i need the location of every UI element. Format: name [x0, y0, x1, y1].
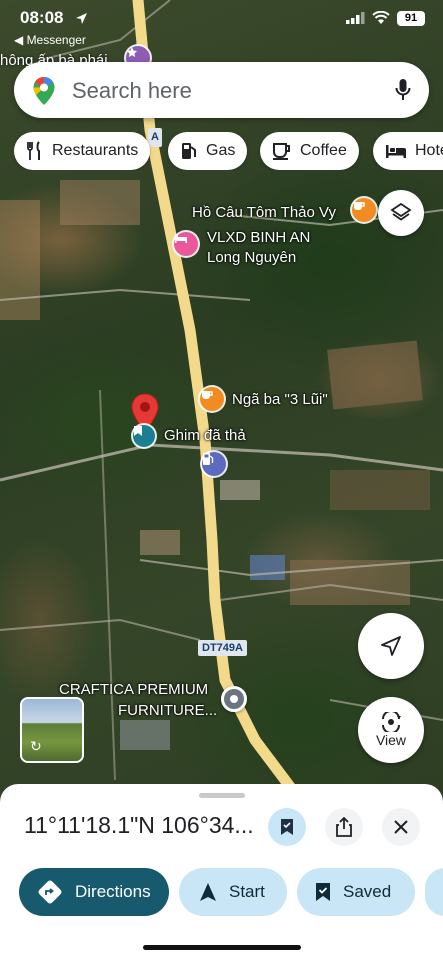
fork-knife-icon [27, 141, 40, 160]
chip-label: Coffee [300, 142, 347, 159]
chip-label: Hotels [415, 142, 443, 159]
navigation-arrow-icon [381, 636, 401, 656]
dropped-pin-label[interactable]: Ghim đã thả [164, 426, 246, 445]
view-button[interactable]: View [358, 697, 424, 763]
bookmark-icon [281, 819, 293, 835]
more-actions-button[interactable] [425, 868, 443, 916]
street-view-rotate-icon: ↻ [30, 738, 42, 754]
drag-handle[interactable] [199, 793, 245, 798]
close-button[interactable] [382, 808, 420, 846]
chip-restaurants[interactable]: Restaurants [14, 132, 151, 170]
share-icon [336, 817, 352, 837]
status-time: 08:08 [20, 8, 64, 27]
view-button-label: View [375, 732, 407, 748]
microphone-icon[interactable] [395, 78, 411, 102]
gas-pump-icon [182, 143, 196, 159]
directions-label: Directions [75, 882, 151, 901]
poi-label-vlxd[interactable]: VLXD BINH AN [207, 228, 310, 247]
status-bar: 08:08 ◀ Messenger 91 [0, 0, 443, 47]
poi-label-nga-ba[interactable]: Ngã ba "3 Lũi" [232, 390, 328, 409]
wifi-icon [372, 11, 390, 24]
battery-indicator: 91 [397, 11, 425, 26]
chip-label: Restaurants [52, 142, 139, 159]
save-bookmark-button[interactable] [268, 808, 306, 846]
my-location-button[interactable] [358, 613, 424, 679]
category-chips: Restaurants Gas Coffee Hotels [14, 132, 443, 170]
poi-label-craftica-1[interactable]: CRAFTICA PREMIUM [59, 680, 208, 699]
bottom-sheet[interactable]: 11°11'18.1"N 106°34... Directions Start … [0, 784, 443, 960]
gas-station-poi-icon[interactable] [202, 452, 226, 476]
cellular-signal-icon [346, 12, 365, 24]
close-icon [394, 820, 408, 834]
road-shield-dt749a: DT749A [198, 640, 247, 656]
search-input[interactable]: Search here [72, 78, 192, 104]
layers-icon [390, 202, 412, 221]
coffee-poi-icon[interactable] [352, 198, 376, 222]
google-maps-logo-icon [33, 77, 55, 105]
share-button[interactable] [325, 808, 363, 846]
start-label: Start [229, 882, 265, 901]
coffee-cup-icon [273, 143, 290, 160]
pin-location-icon [133, 425, 155, 447]
street-view-thumbnail[interactable]: ↻ [20, 697, 84, 763]
chip-coffee[interactable]: Coffee [260, 132, 359, 170]
saved-label: Saved [343, 882, 392, 901]
saved-bookmark-icon [316, 883, 330, 901]
directions-button[interactable]: Directions [19, 868, 169, 916]
back-to-app-link[interactable]: ◀ Messenger [14, 33, 86, 47]
layers-button[interactable] [378, 190, 424, 236]
search-bar[interactable]: Search here [14, 62, 429, 118]
coordinates-title: 11°11'18.1"N 106°34... [24, 812, 254, 838]
poi-label-long[interactable]: Long Nguyên [207, 248, 296, 267]
chip-gas[interactable]: Gas [168, 132, 248, 170]
place-dot-icon[interactable] [221, 686, 247, 712]
poi-label-craftica-2[interactable]: FURNITURE... [118, 701, 217, 720]
home-indicator[interactable] [143, 945, 301, 950]
chip-label: Gas [206, 142, 236, 159]
saved-button[interactable]: Saved [297, 868, 415, 916]
lodging-poi-icon[interactable] [174, 232, 198, 256]
bed-icon [386, 145, 406, 158]
poi-label-fishing[interactable]: Hồ Câu Tôm Thảo Vy [192, 203, 336, 222]
directions-icon [38, 880, 62, 904]
coffee-poi-icon[interactable] [200, 387, 224, 411]
chip-hotels[interactable]: Hotels [373, 132, 443, 170]
action-buttons-row: Directions Start Saved [0, 868, 443, 916]
start-button[interactable]: Start [179, 868, 287, 916]
navigation-start-icon [200, 883, 216, 901]
location-arrow-icon [76, 13, 87, 24]
rotate-camera-icon [382, 712, 401, 732]
